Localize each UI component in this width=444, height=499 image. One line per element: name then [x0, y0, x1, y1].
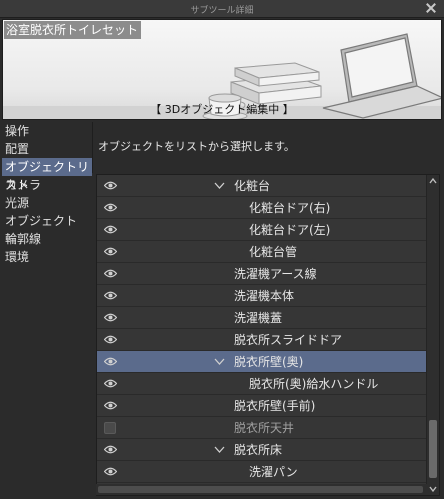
scrollbar-thumb[interactable]	[429, 420, 437, 478]
object-name: 化粧台ドア(右)	[249, 201, 331, 215]
eye-icon[interactable]	[104, 181, 117, 190]
object-list-row[interactable]: 化粧台ドア(左)	[97, 219, 439, 241]
eye-icon[interactable]	[104, 357, 117, 366]
object-list: 化粧台化粧台ドア(右) 化粧台ドア(左) 化粧台管洗濯機アース線 洗濯機本体洗濯機蓋脱…	[96, 174, 440, 496]
object-name: 化粧台ドア(左)	[249, 223, 331, 237]
category-menu: 操作 配置 オブジェクトリスト カメラ 光源 オブジェクト 輪郭線 環境	[2, 122, 92, 499]
object-list-row[interactable]: 脱衣所床	[97, 439, 439, 461]
scroll-up-arrow-icon[interactable]	[427, 175, 439, 187]
object-list-row[interactable]: 化粧台管	[97, 241, 439, 263]
menu-item-light-source[interactable]: 光源	[2, 194, 92, 212]
object-name: 化粧台管	[249, 245, 298, 259]
object-list-row[interactable]: 洗濯機アース線	[97, 263, 439, 285]
window-title: サブツール詳細	[190, 6, 254, 16]
object-name: 化粧台	[234, 179, 271, 193]
horizontal-scrollbar-thumb[interactable]	[98, 486, 423, 493]
preset-preview: 浴室脱衣所トイレセット 【 3Dオブジェクト編集中 】	[2, 19, 442, 120]
edit-mode-label: 【 3Dオブジェクト編集中 】	[150, 103, 294, 116]
object-list-row[interactable]: 化粧台ドア(右)	[97, 197, 439, 219]
object-name: 脱衣所壁(奥)	[234, 355, 304, 369]
eye-icon[interactable]	[104, 269, 117, 278]
visibility-off-checkbox[interactable]	[104, 422, 116, 434]
menu-item-environment[interactable]: 環境	[2, 248, 92, 266]
menu-item-outline[interactable]: 輪郭線	[2, 230, 92, 248]
object-list-row[interactable]: 洗濯パン	[97, 461, 439, 483]
menu-item-object-list[interactable]: オブジェクトリスト	[2, 158, 92, 192]
object-list-row[interactable]: 脱衣所スライドドア	[97, 329, 439, 351]
object-list-row[interactable]: 脱衣所(奥)給水ハンドル	[97, 373, 439, 395]
object-list-row[interactable]: 脱衣所天井	[97, 417, 439, 439]
horizontal-scrollbar[interactable]	[96, 484, 427, 495]
object-list-row[interactable]: 洗濯機本体	[97, 285, 439, 307]
eye-icon[interactable]	[104, 467, 117, 476]
menu-item-object[interactable]: オブジェクト	[2, 212, 92, 230]
object-name: 脱衣所(奥)給水ハンドル	[249, 377, 379, 391]
menu-item-operation[interactable]: 操作	[2, 122, 92, 140]
object-name: 洗濯機本体	[234, 289, 295, 303]
object-list-row[interactable]: 脱衣所壁(手前)	[97, 395, 439, 417]
description-text: オブジェクトをリストから選択します。	[98, 140, 295, 153]
menu-item-camera[interactable]: カメラ	[2, 176, 92, 194]
eye-icon[interactable]	[104, 313, 117, 322]
vertical-scrollbar[interactable]	[426, 175, 439, 495]
object-name: 洗濯機アース線	[234, 267, 317, 281]
object-name: 脱衣所床	[234, 443, 283, 457]
object-name: 脱衣所天井	[234, 421, 295, 435]
chevron-down-icon[interactable]	[214, 356, 225, 367]
menu-item-placement[interactable]: 配置	[2, 140, 92, 158]
eye-icon[interactable]	[104, 401, 117, 410]
preset-name: 浴室脱衣所トイレセット	[4, 21, 142, 39]
eye-icon[interactable]	[104, 247, 117, 256]
object-list-row[interactable]: 化粧台	[97, 175, 439, 197]
eye-icon[interactable]	[104, 203, 117, 212]
chevron-down-icon[interactable]	[214, 180, 225, 191]
eye-icon[interactable]	[104, 379, 117, 388]
title-bar: サブツール詳細	[0, 0, 444, 18]
description-area: オブジェクトをリストから選択します。	[92, 122, 444, 173]
object-name: 脱衣所スライドドア	[234, 333, 343, 347]
object-name: 洗濯機蓋	[234, 311, 283, 325]
chevron-down-icon[interactable]	[214, 444, 225, 455]
object-list-row[interactable]: 洗濯機蓋	[97, 307, 439, 329]
scroll-down-arrow-icon[interactable]	[427, 483, 439, 495]
object-name: 洗濯パン	[249, 465, 298, 479]
object-list-row[interactable]: 脱衣所壁(奥)	[97, 351, 439, 373]
eye-icon[interactable]	[104, 291, 117, 300]
eye-icon[interactable]	[104, 225, 117, 234]
eye-icon[interactable]	[104, 335, 117, 344]
close-icon[interactable]	[424, 1, 438, 15]
eye-icon[interactable]	[104, 445, 117, 454]
object-name: 脱衣所壁(手前)	[234, 399, 316, 413]
